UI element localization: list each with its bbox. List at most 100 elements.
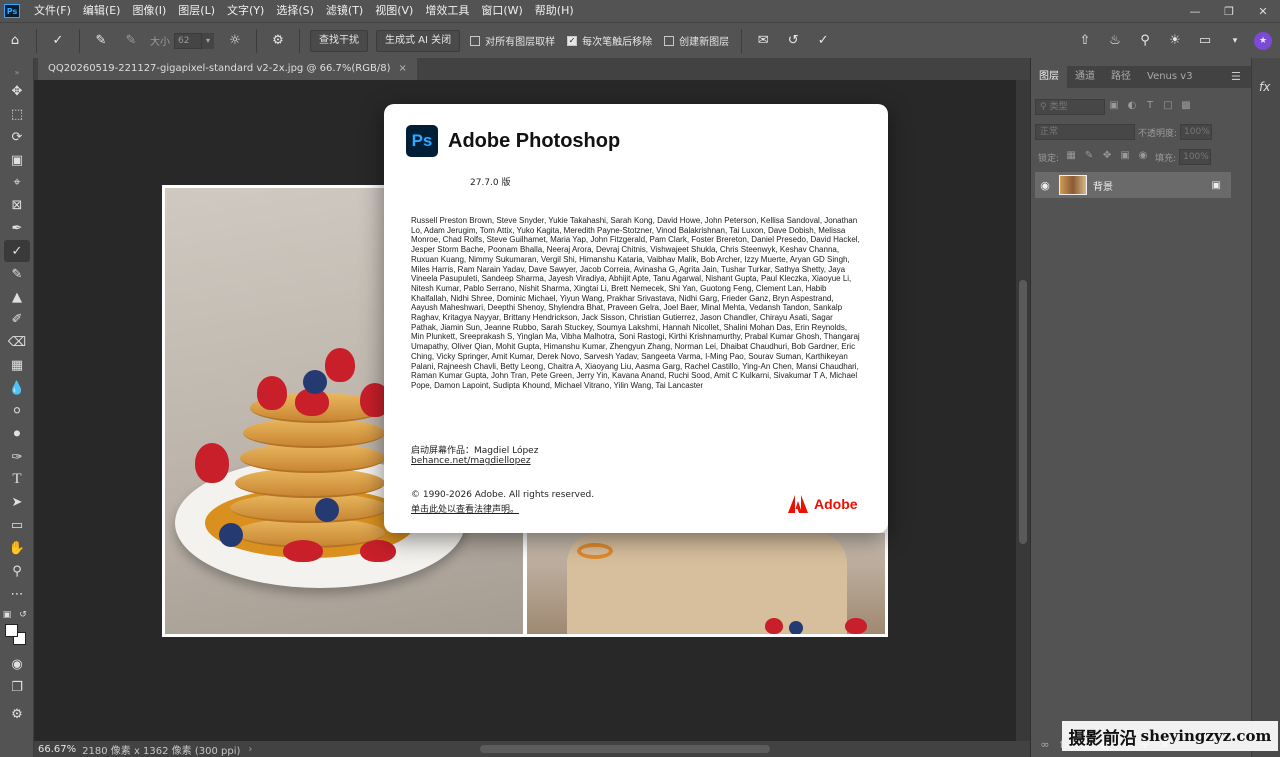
fill-input[interactable]: 100% [1179, 149, 1212, 165]
move-tool-icon[interactable]: ✥ [4, 80, 30, 102]
layer-item[interactable]: ◉ 背景 ▣ [1035, 172, 1231, 198]
filter-type-icon[interactable]: T [1143, 100, 1157, 114]
lasso-tool-icon[interactable]: ⟳ [4, 126, 30, 148]
size-input[interactable]: 62 [174, 32, 202, 49]
quick-mask-icon[interactable]: ◉ [4, 653, 30, 675]
legal-notices-link[interactable]: 单击此处以查看法律声明。 [411, 502, 519, 515]
blur-tool-icon[interactable]: 💧 [4, 377, 30, 399]
menu-window[interactable]: 窗口(W) [475, 0, 528, 22]
workspace-icon[interactable]: ▭ [1194, 30, 1216, 52]
eyedropper-tool-icon[interactable]: ✒ [4, 217, 30, 239]
lock-artboard-icon[interactable]: ▣ [1118, 150, 1132, 164]
zoom-level[interactable]: 66.67% [34, 744, 82, 755]
layer-kind-filter[interactable]: ⚲ 类型 [1035, 99, 1105, 115]
menu-help[interactable]: 帮助(H) [529, 0, 580, 22]
status-menu-arrow[interactable]: › [248, 744, 252, 755]
restore-icon[interactable]: ❐ [1212, 5, 1246, 18]
find-distractions-button[interactable]: 查找干扰 [310, 29, 368, 52]
create-new-layer-checkbox[interactable]: 创建新图层 [664, 33, 729, 48]
type-tool-icon[interactable]: T [4, 468, 30, 490]
object-select-tool-icon[interactable]: ▣ [4, 149, 30, 171]
eraser-tool-icon[interactable]: ⌫ [4, 331, 30, 353]
lock-position-icon[interactable]: ✥ [1100, 150, 1114, 164]
filter-smart-object-icon[interactable]: ▩ [1179, 100, 1193, 114]
menu-type[interactable]: 文字(Y) [221, 0, 270, 22]
menu-file[interactable]: 文件(F) [28, 0, 77, 22]
marquee-tool-icon[interactable]: ⬚ [4, 103, 30, 125]
zoom-tool-icon[interactable]: ⚲ [4, 560, 30, 582]
menu-select[interactable]: 选择(S) [270, 0, 320, 22]
history-brush-tool-icon[interactable]: ✐ [4, 308, 30, 330]
menu-view[interactable]: 视图(V) [369, 0, 419, 22]
document-tab[interactable]: QQ20260519-221127-gigapixel-standard v2-… [38, 58, 417, 80]
generative-ai-button[interactable]: 生成式 AI 关闭 [376, 29, 461, 52]
about-photoshop-dialog[interactable]: Ps Adobe Photoshop 27.7.0 版 Russell Pres… [384, 104, 888, 533]
tab-layers[interactable]: 图层 [1031, 66, 1067, 88]
lock-transparent-icon[interactable]: ▦ [1064, 150, 1078, 164]
opacity-input[interactable]: 100% [1180, 124, 1213, 140]
remove-tool-preset-icon[interactable]: ✓ [47, 30, 69, 52]
menu-image[interactable]: 图像(I) [126, 0, 172, 22]
chevron-down-icon[interactable]: ▾ [202, 32, 214, 49]
tab-paths[interactable]: 路径 [1103, 66, 1139, 88]
edit-toolbar-icon[interactable]: ⚙ [4, 703, 30, 725]
close-icon[interactable]: × [398, 63, 406, 74]
link-layers-icon[interactable]: ∞ [1035, 738, 1055, 751]
frame-tool-icon[interactable]: ⊠ [4, 194, 30, 216]
home-icon[interactable]: ⌂ [4, 30, 26, 52]
close-window-icon[interactable]: ✕ [1246, 5, 1280, 18]
undo-icon[interactable]: ↺ [782, 30, 804, 52]
clone-stamp-tool-icon[interactable]: ▲ [4, 286, 30, 308]
swap-colors-icon[interactable]: ↺ [18, 604, 28, 626]
menu-filter[interactable]: 滤镜(T) [320, 0, 369, 22]
menu-layer[interactable]: 图层(L) [172, 0, 221, 22]
scrollbar-thumb[interactable] [1019, 280, 1027, 544]
discover-lightbulb-icon[interactable]: ☀ [1164, 30, 1186, 52]
tab-venus[interactable]: Venus v3 [1139, 66, 1201, 88]
splash-artist-link[interactable]: behance.net/magdiellopez [411, 456, 531, 466]
filter-adjustment-icon[interactable]: ◐ [1125, 100, 1139, 114]
sample-all-layers-checkbox[interactable]: 对所有图层取样 [470, 33, 555, 48]
lock-all-icon[interactable]: ◉ [1136, 150, 1150, 164]
panel-menu-icon[interactable]: ☰ [1231, 70, 1241, 83]
dodge-tool-icon[interactable]: ⚪ [4, 400, 30, 422]
crop-tool-icon[interactable]: ⌖ [4, 171, 30, 193]
burn-tool-icon[interactable]: ⚫ [4, 423, 30, 445]
more-tools-icon[interactable]: ⋯ [4, 583, 30, 605]
menu-edit[interactable]: 编辑(E) [77, 0, 127, 22]
brush-tool-icon[interactable]: ✎ [4, 263, 30, 285]
remove-tool-icon[interactable]: ✓ [4, 240, 30, 262]
remove-after-stroke-checkbox[interactable]: ✓ 每次笔触后移除 [567, 33, 652, 48]
default-colors-icon[interactable]: ▣ [2, 604, 12, 626]
share-icon[interactable]: ⇧ [1074, 30, 1096, 52]
comment-icon[interactable]: ✉ [752, 30, 774, 52]
settings-gear-icon[interactable]: ⚙ [267, 30, 289, 52]
minimize-icon[interactable]: — [1178, 5, 1212, 18]
pen-tool-icon[interactable]: ✑ [4, 446, 30, 468]
path-selection-tool-icon[interactable]: ➤ [4, 491, 30, 513]
avatar[interactable]: ★ [1254, 31, 1272, 50]
screen-mode-icon[interactable]: ❐ [4, 676, 30, 698]
brush-add-icon[interactable]: ✎ [90, 30, 112, 52]
search-icon[interactable]: ⚲ [1134, 30, 1156, 52]
lock-pixels-icon[interactable]: ✎ [1082, 150, 1096, 164]
watermark-cn: 摄影前沿 [1068, 728, 1137, 749]
foreground-color-swatch[interactable] [5, 624, 18, 637]
layer-effects-icon[interactable]: fx [1259, 80, 1270, 94]
visibility-eye-icon[interactable]: ◉ [1035, 179, 1055, 192]
notification-bell-icon[interactable]: ♨ [1104, 30, 1126, 52]
gradient-tool-icon[interactable]: ▦ [4, 354, 30, 376]
brush-subtract-icon[interactable]: ✎ [120, 30, 142, 52]
horizontal-scrollbar-thumb[interactable] [480, 745, 770, 753]
chevron-down-icon[interactable]: ▾ [1224, 30, 1246, 52]
commit-check-icon[interactable]: ✓ [812, 30, 834, 52]
filter-shape-icon[interactable]: □ [1161, 100, 1175, 114]
tab-channels[interactable]: 通道 [1067, 66, 1103, 88]
filter-image-icon[interactable]: ▣ [1107, 100, 1121, 114]
brush-pressure-icon[interactable]: ☼ [224, 30, 246, 52]
rectangle-tool-icon[interactable]: ▭ [4, 514, 30, 536]
hand-tool-icon[interactable]: ✋ [4, 537, 30, 559]
vertical-scrollbar[interactable] [1016, 80, 1030, 741]
blend-mode-select[interactable]: 正常 [1035, 124, 1135, 140]
menu-plugins[interactable]: 增效工具 [419, 0, 475, 22]
